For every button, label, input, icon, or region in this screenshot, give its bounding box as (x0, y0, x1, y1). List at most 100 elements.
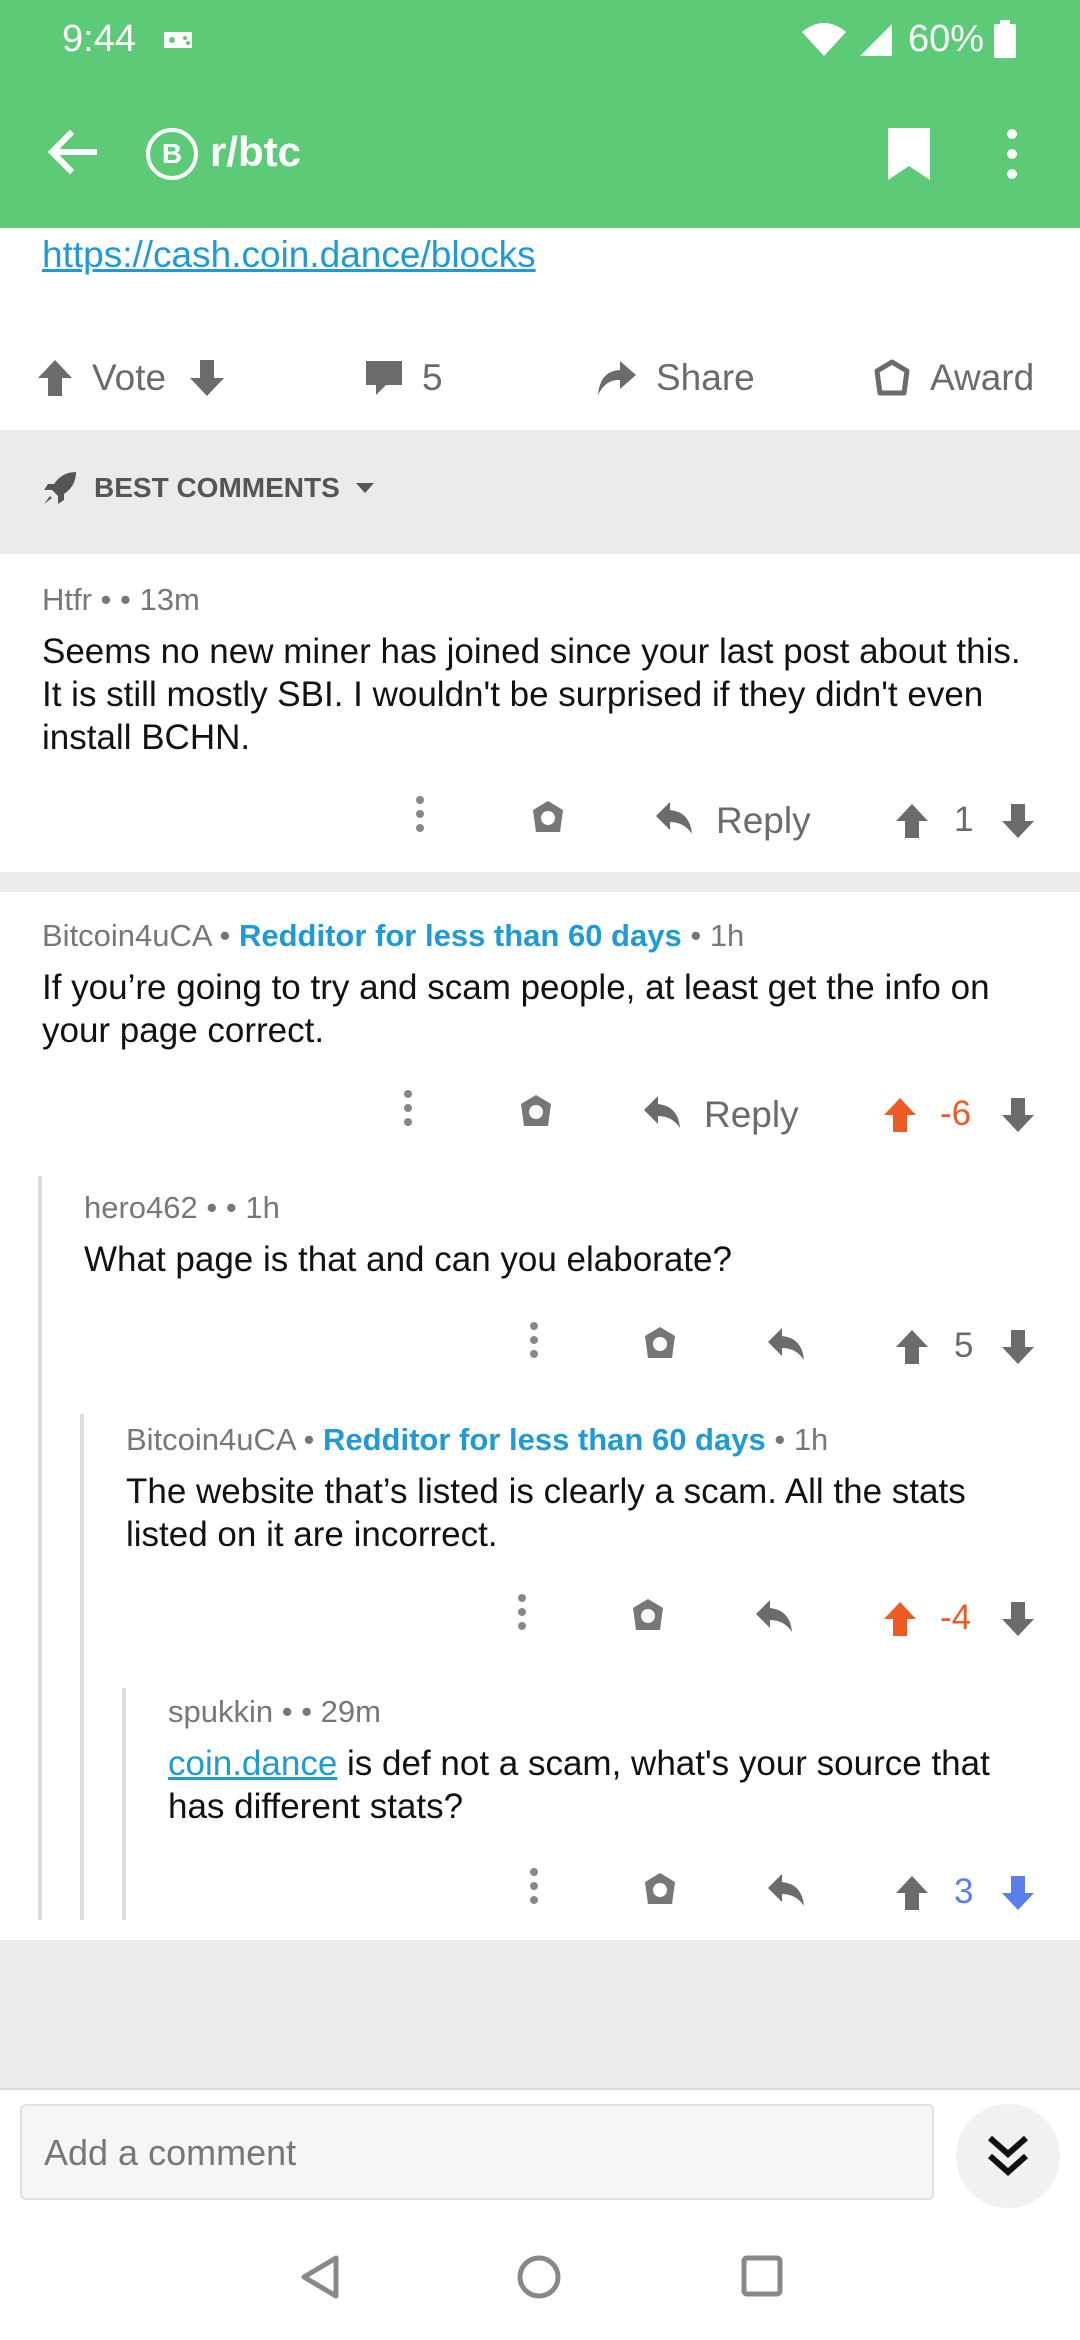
reply-label[interactable]: Reply (704, 1094, 799, 1136)
downvote-icon[interactable] (1000, 1600, 1036, 1638)
subreddit-name[interactable]: r/btc (210, 128, 301, 176)
comment-link[interactable]: coin.dance (168, 1744, 337, 1783)
comment-age: 1h (793, 1422, 829, 1457)
comment-divider (0, 872, 1080, 892)
next-comment-button[interactable] (956, 2104, 1060, 2208)
nav-recents-icon[interactable] (740, 2254, 784, 2298)
comment-actions: Reply 1 (0, 792, 1080, 852)
comment-score: 3 (954, 1872, 974, 1911)
award-icon[interactable] (528, 798, 568, 836)
award-icon[interactable] (628, 1596, 668, 1634)
thread-line-depth-2[interactable] (80, 1414, 84, 1920)
more-vertical-icon[interactable] (528, 1864, 540, 1908)
comment-age: 29m (320, 1694, 381, 1729)
subreddit-icon[interactable]: B (146, 128, 198, 180)
comment-meta: Bitcoin4uCA • Redditor for less than 60 … (42, 918, 745, 953)
comment-author[interactable]: Bitcoin4uCA (42, 918, 211, 953)
downvote-icon[interactable] (1000, 802, 1036, 840)
comment-actions: Reply -6 (0, 1086, 1080, 1146)
nav-back-icon[interactable] (298, 2254, 340, 2300)
reply-icon[interactable] (754, 1598, 794, 1634)
reply-icon[interactable] (642, 1094, 682, 1130)
upvote-icon[interactable] (894, 802, 930, 840)
comment-bubble-icon (366, 361, 402, 395)
comment-author[interactable]: Bitcoin4uCA (126, 1422, 295, 1457)
more-vertical-icon[interactable] (1004, 126, 1020, 182)
sort-dropdown[interactable]: BEST COMMENTS (42, 470, 392, 506)
sort-label: BEST COMMENTS (94, 472, 340, 503)
more-vertical-icon[interactable] (528, 1318, 540, 1362)
status-time: 9:44 (62, 18, 136, 60)
comment-score: 5 (954, 1326, 974, 1365)
comments-button[interactable]: 5 (364, 348, 443, 408)
reply-icon[interactable] (766, 1872, 806, 1908)
battery-icon (994, 20, 1016, 58)
downvote-icon[interactable] (1000, 1096, 1036, 1134)
comment-body: coin.dance is def not a scam, what's you… (168, 1744, 990, 1826)
comment-author[interactable]: hero462 (84, 1190, 198, 1225)
comment-author[interactable]: Htfr (42, 582, 92, 617)
reply-label[interactable]: Reply (716, 800, 811, 842)
nav-home-icon[interactable] (516, 2254, 562, 2300)
post-action-bar: Vote 5 Share Award (0, 330, 1080, 430)
chevron-down-icon (355, 483, 374, 493)
comment-age: 1h (245, 1190, 280, 1225)
add-comment-input[interactable]: Add a comment (20, 2104, 934, 2200)
more-vertical-icon[interactable] (414, 792, 426, 836)
comment-actions: -4 (0, 1590, 1080, 1650)
vote-label: Vote (92, 357, 167, 398)
comment-meta: Htfr • • 13m (42, 582, 200, 617)
award-icon[interactable] (640, 1324, 680, 1362)
more-vertical-icon[interactable] (516, 1590, 528, 1634)
share-label: Share (656, 357, 755, 398)
award-icon (874, 359, 910, 396)
more-vertical-icon[interactable] (402, 1086, 414, 1130)
signal-icon (860, 24, 892, 56)
upvote-icon[interactable] (36, 358, 74, 398)
upvote-icon[interactable] (894, 1874, 930, 1912)
share-icon (598, 361, 636, 395)
user-flair: Redditor for less than 60 days (238, 918, 682, 953)
rocket-icon (44, 472, 76, 504)
comment-body: The website that’s listed is clearly a s… (126, 1472, 966, 1554)
comment-meta: hero462 • • 1h (84, 1190, 280, 1225)
comment-meta: Bitcoin4uCA • Redditor for less than 60 … (126, 1422, 829, 1457)
comments-end-spacer (0, 1940, 1080, 2088)
award-icon[interactable] (516, 1092, 556, 1130)
downvote-icon[interactable] (1000, 1328, 1036, 1366)
upvote-icon[interactable] (894, 1328, 930, 1366)
reply-icon[interactable] (654, 800, 694, 836)
vote-control[interactable]: Vote (36, 348, 226, 408)
comment-age: 13m (139, 582, 200, 617)
status-bar: 9:44 60% (0, 0, 1080, 80)
share-button[interactable]: Share (596, 348, 755, 408)
back-arrow-icon[interactable] (44, 124, 100, 180)
comment-body: Seems no new miner has joined since your… (42, 632, 1021, 757)
post-link[interactable]: https://cash.coin.dance/blocks (42, 234, 536, 276)
comment-meta: spukkin • • 29m (168, 1694, 381, 1729)
comment-actions: 3 (0, 1864, 1080, 1924)
upvote-icon[interactable] (882, 1096, 918, 1134)
comment-composer: Add a comment (0, 2088, 1080, 2208)
comment-age: 1h (709, 918, 745, 953)
comment-actions: 5 (0, 1318, 1080, 1378)
bookmark-icon[interactable] (886, 126, 932, 182)
comment-score: -4 (940, 1598, 972, 1637)
downvote-icon[interactable] (188, 358, 226, 398)
award-button[interactable]: Award (872, 348, 1034, 408)
reply-icon[interactable] (766, 1326, 806, 1362)
comment-body: If you’re going to try and scam people, … (42, 968, 990, 1050)
system-nav-bar (0, 2208, 1080, 2340)
award-label: Award (930, 357, 1035, 398)
comment-score: 1 (954, 800, 974, 839)
comment-author[interactable]: spukkin (168, 1694, 273, 1729)
double-chevron-down-icon (988, 2135, 1028, 2177)
award-icon[interactable] (640, 1870, 680, 1908)
thread-line-depth-1[interactable] (38, 1176, 42, 1920)
app-bar: B r/btc (0, 80, 1080, 228)
battery-percent: 60% (908, 18, 985, 60)
user-flair: Redditor for less than 60 days (322, 1422, 766, 1457)
downvote-icon[interactable] (1000, 1874, 1036, 1912)
upvote-icon[interactable] (882, 1600, 918, 1638)
wifi-icon (802, 23, 846, 56)
